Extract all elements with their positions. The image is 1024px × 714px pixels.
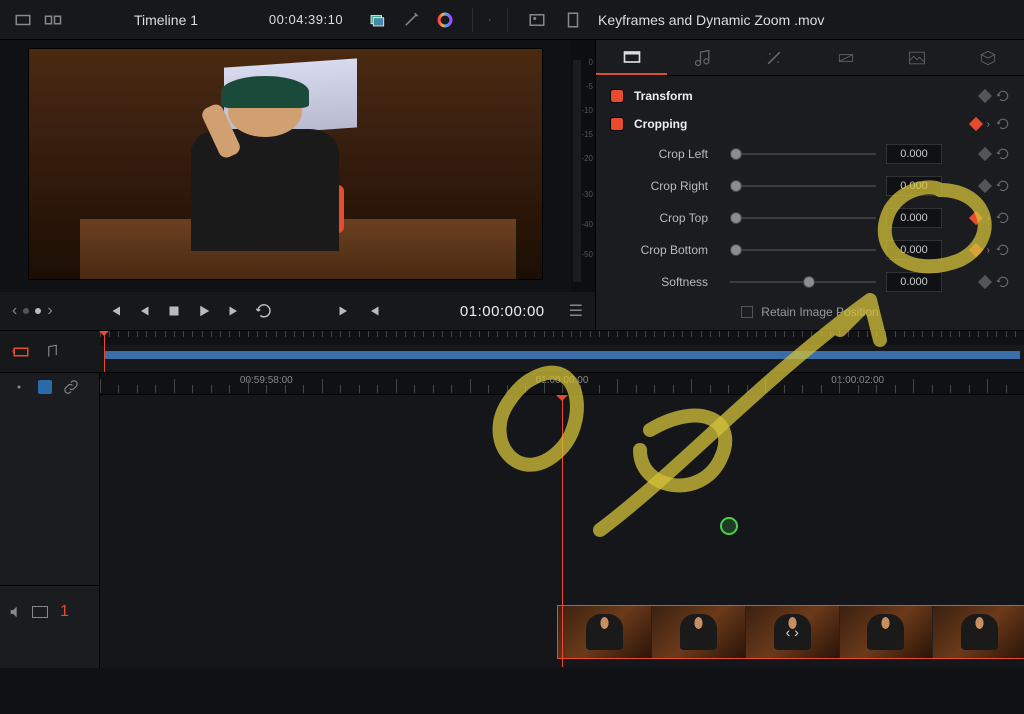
track-color-icon[interactable] [38, 380, 52, 394]
inspector-tab-image[interactable] [881, 40, 952, 75]
transport-bar: ‹› 01:00:00:00 ☰ [0, 292, 595, 330]
reset-icon[interactable] [996, 179, 1010, 193]
next-keyframe-icon[interactable]: › [987, 245, 990, 256]
keyframe-diamond-icon[interactable] [969, 243, 983, 257]
checkbox[interactable] [741, 306, 753, 318]
viewer-menu-icon[interactable]: ☰ [569, 301, 583, 321]
prop-label: Crop Top [610, 211, 720, 225]
slider[interactable] [730, 217, 876, 219]
keyframe-diamond-icon[interactable] [969, 211, 983, 225]
transport-timecode[interactable]: 01:00:00:00 [460, 303, 545, 320]
stop-button[interactable] [165, 302, 183, 320]
prop-label: Crop Left [610, 147, 720, 161]
link-icon[interactable] [60, 376, 82, 398]
retain-image-position-row[interactable]: Retain Image Position [596, 298, 1024, 326]
video-clip[interactable]: ‹ › [557, 605, 1024, 659]
inspector-tab-video[interactable] [596, 40, 667, 75]
prev-frame-button[interactable] [135, 302, 153, 320]
value-field[interactable]: 0.000 [886, 176, 942, 196]
play-button[interactable] [195, 302, 213, 320]
file-icon[interactable] [562, 9, 584, 31]
inspector-section-transform[interactable]: Transform [596, 82, 1024, 110]
timeline-name[interactable]: Timeline 1 [76, 12, 256, 28]
timeline-playhead[interactable] [562, 395, 563, 667]
image-icon[interactable] [526, 9, 548, 31]
reset-icon[interactable] [996, 275, 1010, 289]
reset-icon[interactable] [996, 147, 1010, 161]
inspector-tab-transition[interactable] [810, 40, 881, 75]
clip-trim-icon: ‹ › [786, 624, 799, 640]
inspector-tab-file[interactable] [953, 40, 1024, 75]
wand-icon[interactable] [400, 9, 422, 31]
reset-icon[interactable] [996, 117, 1010, 131]
reset-icon[interactable] [996, 89, 1010, 103]
reset-icon[interactable] [996, 243, 1010, 257]
next-keyframe-icon[interactable]: › [987, 213, 990, 224]
header-timecode[interactable]: 00:04:39:10 [256, 12, 356, 27]
audio-track-icon[interactable] [40, 341, 62, 363]
track-header[interactable]: 1 [0, 585, 99, 637]
viewer-preview[interactable] [28, 48, 543, 280]
inspector-panel: Transform Cropping › Crop Left0.000Crop … [595, 40, 1024, 330]
prop-label: Crop Bottom [610, 243, 720, 257]
keyframe-diamond-icon[interactable] [978, 147, 992, 161]
inspector-tab-effects[interactable] [739, 40, 810, 75]
audio-meter: 0 -5 -10 -15 -20 -30 -40 -50 [571, 40, 595, 292]
timeline-area[interactable]: 00:59:58:0001:00:00:0001:00:02:00 ‹ › [100, 373, 1024, 668]
color-wheel-icon[interactable] [434, 9, 456, 31]
mini-timeline[interactable] [100, 331, 1024, 372]
track-number[interactable]: 1 [56, 603, 73, 621]
prop-row-softness: Softness 0.000 [596, 266, 1024, 298]
prop-row-crop-right: Crop Right 0.000 [596, 170, 1024, 202]
keyframe-diamond-icon[interactable] [978, 89, 992, 103]
speaker-icon[interactable] [479, 9, 501, 31]
marker-dot[interactable] [720, 517, 738, 535]
inspector-section-cropping[interactable]: Cropping › [596, 110, 1024, 138]
value-field[interactable]: 0.000 [886, 208, 942, 228]
value-field[interactable]: 0.000 [886, 240, 942, 260]
timeline-options-icon[interactable] [8, 376, 30, 398]
timeline-ruler[interactable]: 00:59:58:0001:00:00:0001:00:02:00 [100, 373, 1024, 395]
inspector-tab-audio[interactable] [667, 40, 738, 75]
keyframe-diamond-icon[interactable] [978, 179, 992, 193]
prop-label: Crop Right [610, 179, 720, 193]
slider[interactable] [730, 281, 876, 283]
prop-row-crop-left: Crop Left 0.000 [596, 138, 1024, 170]
first-frame-button[interactable] [105, 302, 123, 320]
viewer-nav-dots[interactable]: ‹› [12, 302, 53, 320]
slider[interactable] [730, 153, 876, 155]
section-enable-toggle[interactable] [610, 89, 624, 103]
slider[interactable] [730, 249, 876, 251]
prop-label: Softness [610, 275, 720, 289]
prop-row-crop-top: Crop Top 0.000 › [596, 202, 1024, 234]
video-track-icon[interactable] [10, 341, 32, 363]
mini-playhead[interactable] [104, 331, 105, 372]
view-cinema-icon[interactable] [12, 9, 34, 31]
next-keyframe-icon[interactable]: › [987, 119, 990, 130]
bypass-color-icon[interactable] [366, 9, 388, 31]
value-field[interactable]: 0.000 [886, 272, 942, 292]
section-enable-toggle[interactable] [610, 117, 624, 131]
slider[interactable] [730, 185, 876, 187]
value-field[interactable]: 0.000 [886, 144, 942, 164]
next-frame-button[interactable] [225, 302, 243, 320]
speaker-icon[interactable] [8, 604, 24, 620]
clip-name: Keyframes and Dynamic Zoom .mov [598, 12, 824, 28]
divider [472, 8, 473, 32]
view-dual-icon[interactable] [42, 9, 64, 31]
jump-prev-button[interactable] [365, 302, 383, 320]
prop-row-crop-bottom: Crop Bottom 0.000 › [596, 234, 1024, 266]
divider [507, 8, 508, 32]
jump-next-button[interactable] [335, 302, 353, 320]
keyframe-diamond-icon[interactable] [969, 117, 983, 131]
track-display-icon[interactable] [32, 606, 48, 618]
loop-button[interactable] [255, 302, 273, 320]
reset-icon[interactable] [996, 211, 1010, 225]
keyframe-diamond-icon[interactable] [978, 275, 992, 289]
